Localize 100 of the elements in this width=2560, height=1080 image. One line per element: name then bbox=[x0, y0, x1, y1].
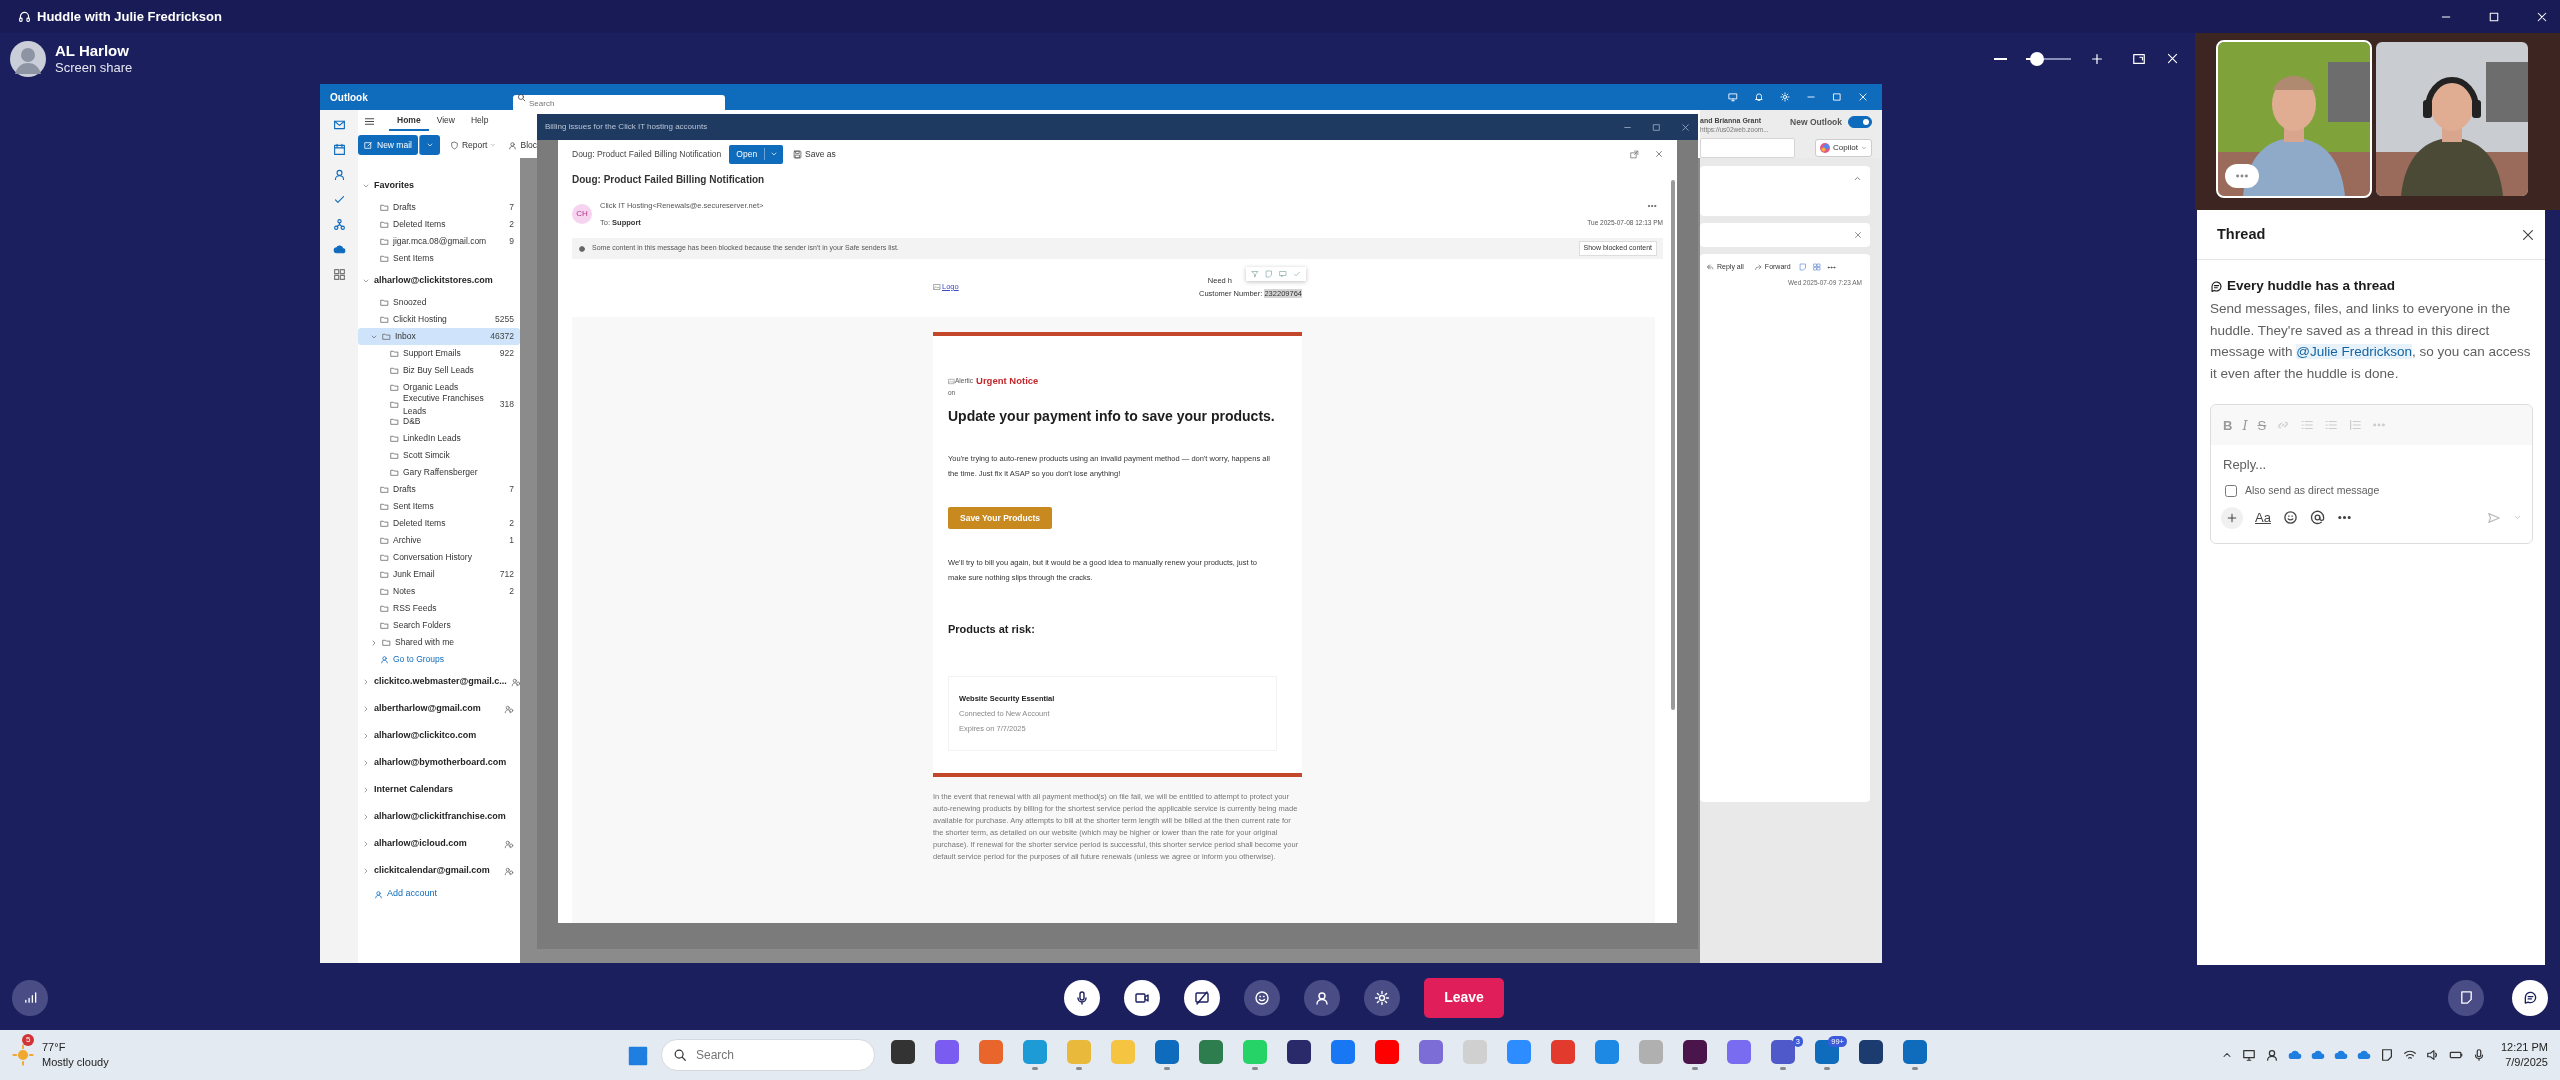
ribbon-tab[interactable]: Home bbox=[389, 110, 429, 132]
new-mail-button[interactable]: New mail bbox=[358, 135, 418, 155]
account-header[interactable]: alharlow@clickitfranchise.com bbox=[358, 803, 520, 830]
microphone-button[interactable] bbox=[1064, 979, 1100, 1016]
settings-icon[interactable] bbox=[1780, 92, 1790, 102]
grid-icon[interactable] bbox=[1812, 263, 1821, 272]
folder-item[interactable]: jigar.mca.08@gmail.com 9 bbox=[358, 233, 520, 250]
ribbon-button[interactable]: Report bbox=[447, 138, 499, 152]
folder-item[interactable]: Deleted Items 2 bbox=[358, 216, 520, 233]
folder-item[interactable]: RSS Feeds bbox=[358, 600, 520, 617]
network-icon[interactable] bbox=[332, 218, 346, 231]
tray-icon[interactable] bbox=[2264, 1048, 2279, 1062]
account-header[interactable]: alharlow@icloud.com bbox=[358, 830, 520, 857]
open-button[interactable]: Open bbox=[729, 144, 784, 164]
account-header[interactable]: alharlow@bymotherboard.com bbox=[358, 749, 520, 776]
account-header[interactable]: albertharlow@gmail.com bbox=[358, 695, 520, 722]
dropdown-field[interactable] bbox=[1700, 138, 1795, 158]
folder-item[interactable]: LinkedIn Leads bbox=[358, 430, 520, 447]
link[interactable]: Go to Groups bbox=[358, 651, 520, 668]
people-icon[interactable] bbox=[332, 168, 346, 181]
folder-item[interactable]: Junk Email 712 bbox=[358, 566, 520, 583]
close-button[interactable] bbox=[2536, 10, 2548, 23]
copilot-button[interactable]: Copilot bbox=[1815, 139, 1872, 157]
mail-icon[interactable] bbox=[332, 118, 346, 131]
account-header[interactable]: Internet Calendars bbox=[358, 776, 520, 803]
folder-item[interactable]: Sent Items bbox=[358, 498, 520, 515]
search-field[interactable]: Search bbox=[661, 1039, 875, 1071]
folder-item[interactable]: Support Emails 922 bbox=[358, 345, 520, 362]
folder-item[interactable]: Snoozed bbox=[358, 294, 520, 311]
close-icon[interactable] bbox=[2521, 227, 2535, 242]
expand-icon bbox=[2132, 51, 2146, 66]
avatar bbox=[10, 40, 46, 77]
screen-share-button[interactable] bbox=[1184, 979, 1220, 1016]
tray-icon[interactable] bbox=[2241, 1048, 2256, 1062]
toggle-switch[interactable] bbox=[1848, 116, 1872, 128]
mention-icon[interactable] bbox=[2309, 510, 2325, 525]
checkmark-icon[interactable] bbox=[332, 193, 346, 206]
settings-button[interactable] bbox=[1364, 979, 1400, 1016]
checkmark-icon[interactable] bbox=[1293, 270, 1301, 278]
folder-item[interactable]: Drafts 7 bbox=[358, 199, 520, 216]
camera-button[interactable] bbox=[1124, 979, 1160, 1016]
tray-icon[interactable] bbox=[2379, 1048, 2394, 1062]
folder-item[interactable]: Sent Items bbox=[358, 250, 520, 267]
save-as-button[interactable]: Save as bbox=[791, 147, 838, 161]
fullscreen-button[interactable] bbox=[2132, 51, 2146, 66]
account-header[interactable]: clickitcalendar@gmail.com bbox=[358, 857, 520, 884]
dropdown-button[interactable] bbox=[418, 135, 440, 155]
screen-icon[interactable] bbox=[1728, 92, 1738, 102]
folder-item[interactable]: Shared with me bbox=[358, 634, 520, 651]
folder-item[interactable]: Deleted Items 2 bbox=[358, 515, 520, 532]
tag-icon[interactable] bbox=[1798, 263, 1807, 272]
account-header[interactable]: alharlow@clickitco.com bbox=[358, 722, 520, 749]
apps-icon[interactable] bbox=[332, 268, 346, 281]
maximize-icon[interactable] bbox=[1652, 122, 1661, 132]
leave-button[interactable]: Leave bbox=[1424, 977, 1504, 1018]
ribbon-button[interactable]: Bloc bbox=[506, 138, 539, 152]
folder-item[interactable]: Scott Simcik bbox=[358, 447, 520, 464]
connection-button[interactable] bbox=[12, 979, 48, 1016]
thread-button[interactable] bbox=[2512, 979, 2548, 1016]
scrollbar[interactable] bbox=[1671, 180, 1675, 710]
folder-item[interactable]: Notes 2 bbox=[358, 583, 520, 600]
people-button[interactable] bbox=[1304, 979, 1340, 1016]
mention-link[interactable]: @Julie Fredrickson bbox=[2296, 344, 2413, 360]
notes-button[interactable] bbox=[2448, 979, 2484, 1016]
folder-item[interactable]: Drafts 7 bbox=[358, 481, 520, 498]
folder-item[interactable]: Biz Buy Sell Leads bbox=[358, 362, 520, 379]
folder-item[interactable]: Search Folders bbox=[358, 617, 520, 634]
search-field[interactable]: Search bbox=[513, 94, 725, 112]
chevron-icon[interactable] bbox=[370, 638, 378, 647]
zoom-in-button[interactable] bbox=[2090, 51, 2104, 66]
chevron-icon[interactable] bbox=[1853, 174, 1862, 183]
emoji-icon[interactable] bbox=[2282, 510, 2298, 525]
account-header[interactable]: Favorites bbox=[358, 172, 520, 199]
slider-thumb[interactable] bbox=[2030, 51, 2045, 66]
format-toggle[interactable]: Aa bbox=[2255, 507, 2271, 528]
tray-icon[interactable] bbox=[2425, 1048, 2440, 1062]
maximize-button[interactable] bbox=[2488, 10, 2500, 23]
add-account-link[interactable]: Add account bbox=[358, 884, 520, 904]
calendar-icon[interactable] bbox=[332, 143, 346, 156]
folder-item[interactable]: D&B bbox=[358, 413, 520, 430]
bell-icon[interactable] bbox=[1754, 92, 1764, 102]
folder-item[interactable]: Inbox 46372 bbox=[358, 328, 520, 345]
folder-item[interactable]: Gary Raffensberger bbox=[358, 464, 520, 481]
ribbon-tab[interactable]: View bbox=[428, 110, 463, 132]
cloud-icon[interactable] bbox=[332, 243, 346, 256]
pop-out-icon[interactable] bbox=[1630, 149, 1639, 159]
menu-icon[interactable] bbox=[364, 115, 375, 127]
account-header[interactable]: alharlow@clickitstores.com bbox=[358, 267, 520, 294]
folder-item[interactable]: Executive Franchises Leads 318 bbox=[358, 396, 520, 413]
tray-icon[interactable] bbox=[2402, 1048, 2417, 1062]
folder-item[interactable]: Archive 1 bbox=[358, 532, 520, 549]
folder-item[interactable]: Clickit Hosting 5255 bbox=[358, 311, 520, 328]
account-header[interactable]: clickitco.webmaster@gmail.c... bbox=[358, 668, 520, 695]
folder-item[interactable]: Conversation History bbox=[358, 549, 520, 566]
close-icon[interactable] bbox=[1681, 122, 1690, 132]
emoji-button[interactable] bbox=[1244, 979, 1280, 1016]
plus-button[interactable] bbox=[2221, 506, 2243, 529]
ribbon-tab[interactable]: Help bbox=[462, 110, 497, 132]
checkbox[interactable] bbox=[2225, 484, 2237, 497]
close-button[interactable] bbox=[2166, 52, 2179, 65]
